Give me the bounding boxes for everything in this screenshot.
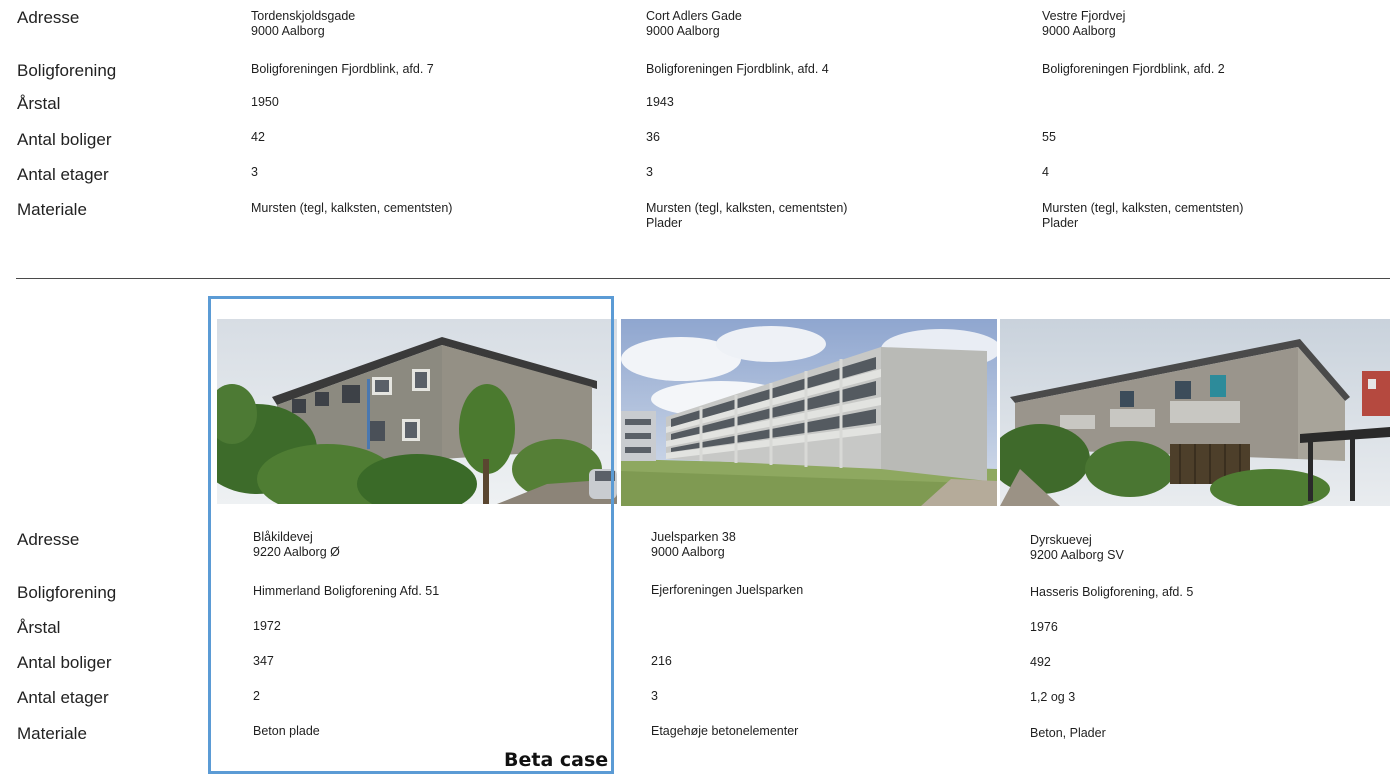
photo-juelsparken bbox=[621, 319, 997, 506]
top-case-3-address: Vestre Fjordvej 9000 Aalborg bbox=[1042, 9, 1125, 39]
row-label-year-top: Årstal bbox=[17, 94, 61, 113]
top-case-2-association: Boligforeningen Fjordblink, afd. 4 bbox=[646, 62, 829, 76]
address-line: Cort Adlers Gade bbox=[646, 9, 742, 23]
top-case-2-material: Mursten (tegl, kalksten, cementsten) Pla… bbox=[646, 201, 847, 231]
top-case-1-year: 1950 bbox=[251, 95, 279, 109]
bottom-case-2-material: Etagehøje betonelementer bbox=[651, 724, 799, 738]
top-case-3-association: Boligforeningen Fjordblink, afd. 2 bbox=[1042, 62, 1225, 76]
bottom-case-2-association: Ejerforeningen Juelsparken bbox=[651, 583, 804, 597]
top-case-3-floors: 4 bbox=[1042, 165, 1049, 179]
address-line: Juelsparken 38 bbox=[651, 530, 736, 544]
row-label-material-bottom: Materiale bbox=[17, 724, 87, 743]
beta-case-highlight-box bbox=[208, 296, 614, 774]
photo-dyrskuevej bbox=[1000, 319, 1390, 506]
bottom-case-3-material: Beton, Plader bbox=[1030, 726, 1106, 740]
top-case-1-association: Boligforeningen Fjordblink, afd. 7 bbox=[251, 62, 434, 76]
row-label-material-top: Materiale bbox=[17, 200, 87, 219]
top-case-3-dwellings: 55 bbox=[1042, 130, 1056, 144]
bottom-case-3-floors: 1,2 og 3 bbox=[1030, 690, 1076, 704]
top-case-2-year: 1943 bbox=[646, 95, 674, 109]
postal-line: 9000 Aalborg bbox=[646, 24, 720, 38]
material-line: Mursten (tegl, kalksten, cementsten) bbox=[1042, 201, 1244, 215]
row-label-association-top: Boligforening bbox=[17, 61, 117, 80]
material-line: Mursten (tegl, kalksten, cementsten) bbox=[646, 201, 848, 215]
material-line: Plader bbox=[646, 216, 683, 230]
row-label-floors-bottom: Antal etager bbox=[17, 688, 109, 707]
material-line: Mursten (tegl, kalksten, cementsten) bbox=[251, 201, 453, 215]
bottom-case-3-association: Hasseris Boligforening, afd. 5 bbox=[1030, 585, 1194, 599]
address-line: Vestre Fjordvej bbox=[1042, 9, 1126, 23]
row-label-year-bottom: Årstal bbox=[17, 618, 61, 637]
top-case-2-address: Cort Adlers Gade 9000 Aalborg bbox=[646, 9, 742, 39]
row-label-association-bottom: Boligforening bbox=[17, 583, 117, 602]
row-label-address-bottom: Adresse bbox=[17, 530, 80, 549]
top-case-1-address: Tordenskjoldsgade 9000 Aalborg bbox=[251, 9, 355, 39]
top-case-1-floors: 3 bbox=[251, 165, 258, 179]
bottom-case-3-year: 1976 bbox=[1030, 620, 1058, 634]
top-case-3-material: Mursten (tegl, kalksten, cementsten) Pla… bbox=[1042, 201, 1243, 231]
bottom-case-3-address: Dyrskuevej 9200 Aalborg SV bbox=[1030, 533, 1124, 563]
bottom-case-2-dwellings: 216 bbox=[651, 654, 672, 668]
bottom-case-2-address: Juelsparken 38 9000 Aalborg bbox=[651, 530, 736, 560]
top-case-1-material: Mursten (tegl, kalksten, cementsten) bbox=[251, 201, 452, 216]
postal-line: 9000 Aalborg bbox=[251, 24, 325, 38]
beta-case-label: Beta case bbox=[504, 749, 609, 771]
row-label-floors-top: Antal etager bbox=[17, 165, 109, 184]
section-divider bbox=[16, 278, 1390, 279]
postal-line: 9200 Aalborg SV bbox=[1030, 548, 1124, 562]
row-label-dwellings-bottom: Antal boliger bbox=[17, 653, 112, 672]
postal-line: 9000 Aalborg bbox=[1042, 24, 1116, 38]
bottom-case-3-dwellings: 492 bbox=[1030, 655, 1051, 669]
material-line: Plader bbox=[1042, 216, 1079, 230]
address-line: Tordenskjoldsgade bbox=[251, 9, 356, 23]
bottom-case-2-floors: 3 bbox=[651, 689, 658, 703]
top-case-1-dwellings: 42 bbox=[251, 130, 265, 144]
row-label-address-top: Adresse bbox=[17, 8, 80, 27]
top-case-2-dwellings: 36 bbox=[646, 130, 660, 144]
postal-line: 9000 Aalborg bbox=[651, 545, 725, 559]
address-line: Dyrskuevej bbox=[1030, 533, 1092, 547]
top-case-2-floors: 3 bbox=[646, 165, 653, 179]
row-label-dwellings-top: Antal boliger bbox=[17, 130, 112, 149]
